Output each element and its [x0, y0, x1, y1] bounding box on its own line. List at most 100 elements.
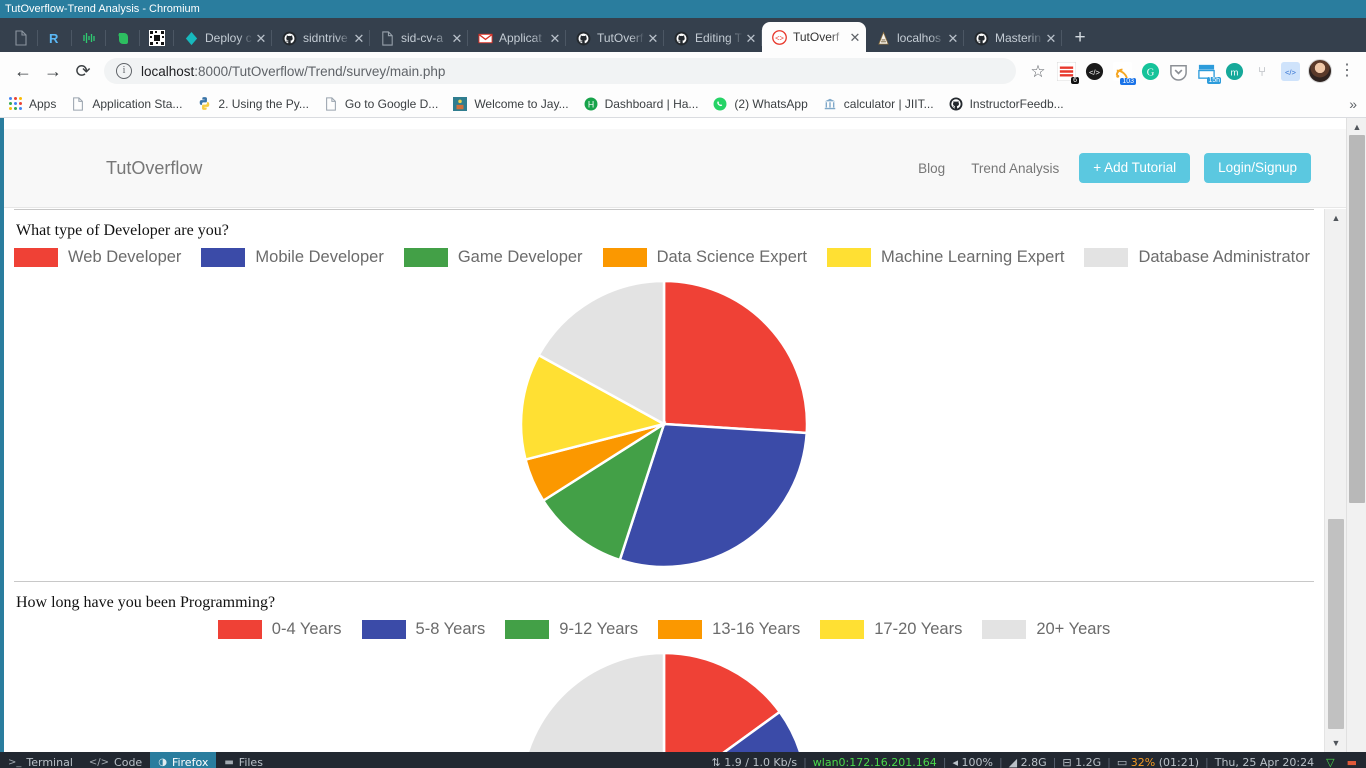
window-scrollbar[interactable]: ▲	[1346, 118, 1366, 752]
tab-close-button[interactable]: ✕	[254, 32, 268, 45]
tab-close-button[interactable]: ✕	[848, 31, 862, 44]
wappalyzer-icon[interactable]: </>	[1279, 60, 1301, 82]
grammarly-icon[interactable]: G	[1139, 60, 1161, 82]
volume-indicator[interactable]: ◂ 100%	[946, 756, 998, 768]
tab-close-button[interactable]: ✕	[1044, 32, 1058, 45]
pie-chart-developer-type[interactable]	[519, 279, 809, 569]
content-scrollbar-thumb[interactable]	[1328, 519, 1344, 729]
browser-tab[interactable]: TutOverf ✕	[566, 24, 664, 52]
pocket-icon[interactable]	[1167, 60, 1189, 82]
reload-button[interactable]: ⟳	[68, 56, 98, 86]
add-tutorial-button[interactable]: + Add Tutorial	[1079, 153, 1191, 183]
feedly-icon[interactable]: 6	[1055, 60, 1079, 84]
tray-dropbox-icon[interactable]: ▽	[1320, 756, 1340, 768]
legend-item[interactable]: Machine Learning Expert	[826, 248, 1064, 267]
window-scrollbar-thumb[interactable]	[1349, 135, 1365, 503]
taskbar-app-terminal[interactable]: >_ Terminal	[0, 752, 81, 768]
network-speed-value: 1.9 / 1.0 Kb/s	[724, 755, 798, 768]
battery-time: (01:21)	[1158, 755, 1200, 768]
browser-tab-active[interactable]: <> TutOverf ✕	[762, 22, 866, 52]
window-scroll-up-arrow[interactable]: ▲	[1347, 118, 1366, 135]
tab-close-button[interactable]: ✕	[744, 32, 758, 45]
bookmark-star-icon[interactable]: ☆	[1027, 60, 1049, 82]
bookmark-item[interactable]: 2. Using the Py...	[196, 96, 309, 112]
scroll-down-arrow[interactable]: ▼	[1325, 734, 1346, 752]
tab-close-button[interactable]: ✕	[548, 32, 562, 45]
address-bar[interactable]: i localhost :8000/TutOverflow/Trend/surv…	[104, 58, 1016, 84]
legend-item[interactable]: 5-8 Years	[361, 620, 485, 639]
bookmark-item[interactable]: Go to Google D...	[323, 96, 438, 112]
terminal-icon: >_	[8, 756, 22, 768]
browser-tab[interactable]: Editing T ✕	[664, 24, 762, 52]
taskbar-app-label: Code	[114, 755, 143, 768]
browser-tab[interactable]: sid-cv-a ✕	[370, 24, 468, 52]
site-brand[interactable]: TutOverflow	[106, 158, 202, 179]
bookmark-apps[interactable]: Apps	[7, 96, 56, 112]
tray-app-icon[interactable]: ▬	[1341, 756, 1363, 768]
tab-close-button[interactable]: ✕	[352, 32, 366, 45]
tutoverflow-icon: <>	[771, 29, 787, 45]
browser-tab[interactable]: sidntrive ✕	[272, 24, 370, 52]
svg-text:G: G	[1146, 67, 1154, 78]
github-icon	[281, 30, 297, 46]
scroll-up-arrow[interactable]: ▲	[1325, 209, 1346, 227]
content-scrollbar[interactable]: ▲ ▼	[1324, 209, 1346, 752]
sitemap-glyph: ⑂	[1258, 63, 1266, 79]
legend-item[interactable]: 13-16 Years	[658, 620, 800, 639]
bookmark-label: Dashboard | Ha...	[604, 96, 699, 111]
nav-link-blog[interactable]: Blog	[912, 157, 951, 180]
legend-item[interactable]: 17-20 Years	[820, 620, 962, 639]
legend-item[interactable]: Data Science Expert	[602, 248, 807, 267]
browser-menu-button[interactable]: ⋮	[1336, 63, 1358, 79]
legend-item[interactable]: 20+ Years	[982, 620, 1110, 639]
bookmark-item[interactable]: InstructorFeedb...	[948, 96, 1064, 112]
timer-icon[interactable]: 15h	[1195, 60, 1221, 84]
sitemap-icon[interactable]: ⑂	[1251, 60, 1273, 82]
browser-tab[interactable]: localhos ✕	[866, 24, 964, 52]
whatsapp-icon	[712, 96, 728, 112]
tab-close-button[interactable]: ✕	[946, 32, 960, 45]
pie-slice[interactable]	[521, 651, 666, 752]
browser-tab[interactable]: Applicat ✕	[468, 24, 566, 52]
bookmark-item[interactable]: (2) WhatsApp	[712, 96, 808, 112]
browser-tab[interactable]: Masterin ✕	[964, 24, 1062, 52]
back-button[interactable]: ←	[8, 56, 38, 86]
legend-item[interactable]: Database Administrator	[1084, 248, 1310, 267]
profile-avatar[interactable]	[1308, 59, 1332, 83]
rstudio-pinned-tab[interactable]: R	[38, 24, 72, 52]
volume-icon: ◂	[952, 755, 958, 768]
legend-item[interactable]: Mobile Developer	[201, 248, 384, 267]
taskbar-app-code[interactable]: </> Code	[81, 752, 150, 768]
bookmarks-overflow-button[interactable]: »	[1349, 96, 1359, 112]
legend-item[interactable]: 0-4 Years	[217, 620, 342, 639]
tab-close-button[interactable]: ✕	[646, 32, 660, 45]
doc-pinned-tab[interactable]	[4, 24, 38, 52]
code-inspector-icon[interactable]: </>	[1083, 60, 1105, 82]
legend-item[interactable]: 9-12 Years	[505, 620, 638, 639]
bookmark-item[interactable]: calculator | JIIT...	[822, 96, 934, 112]
forward-button[interactable]: →	[38, 56, 68, 86]
nav-link-trend-analysis[interactable]: Trend Analysis	[965, 157, 1065, 180]
tab-close-button[interactable]: ✕	[450, 32, 464, 45]
rss-icon[interactable]: 103	[1111, 60, 1136, 85]
svg-text:m: m	[1230, 67, 1238, 78]
pie-slice[interactable]	[662, 279, 809, 435]
browser-tab[interactable]: Deploy c ✕	[174, 24, 272, 52]
site-info-icon[interactable]: i	[116, 63, 132, 79]
audio-pinned-tab[interactable]	[72, 24, 106, 52]
legend-item[interactable]: Web Developer	[14, 248, 181, 267]
evernote-pinned-tab[interactable]	[106, 24, 140, 52]
login-signup-button[interactable]: Login/Signup	[1204, 153, 1311, 183]
qr-pinned-tab[interactable]	[140, 24, 174, 52]
bookmark-item[interactable]: H Dashboard | Ha...	[583, 96, 699, 112]
bookmark-item[interactable]: Welcome to Jay...	[452, 96, 569, 112]
pie-chart-programming-experience[interactable]	[519, 651, 809, 752]
site-navbar: TutOverflow Blog Trend Analysis + Add Tu…	[4, 129, 1346, 208]
taskbar-app-firefox[interactable]: ◑ Firefox	[150, 752, 217, 768]
taskbar-app-label: Terminal	[26, 755, 73, 768]
new-tab-button[interactable]: +	[1066, 24, 1094, 52]
mendeley-icon[interactable]: m	[1223, 60, 1245, 82]
taskbar-app-files[interactable]: ▬ Files	[216, 752, 271, 768]
bookmark-item[interactable]: Application Sta...	[70, 96, 182, 112]
legend-item[interactable]: Game Developer	[403, 248, 583, 267]
